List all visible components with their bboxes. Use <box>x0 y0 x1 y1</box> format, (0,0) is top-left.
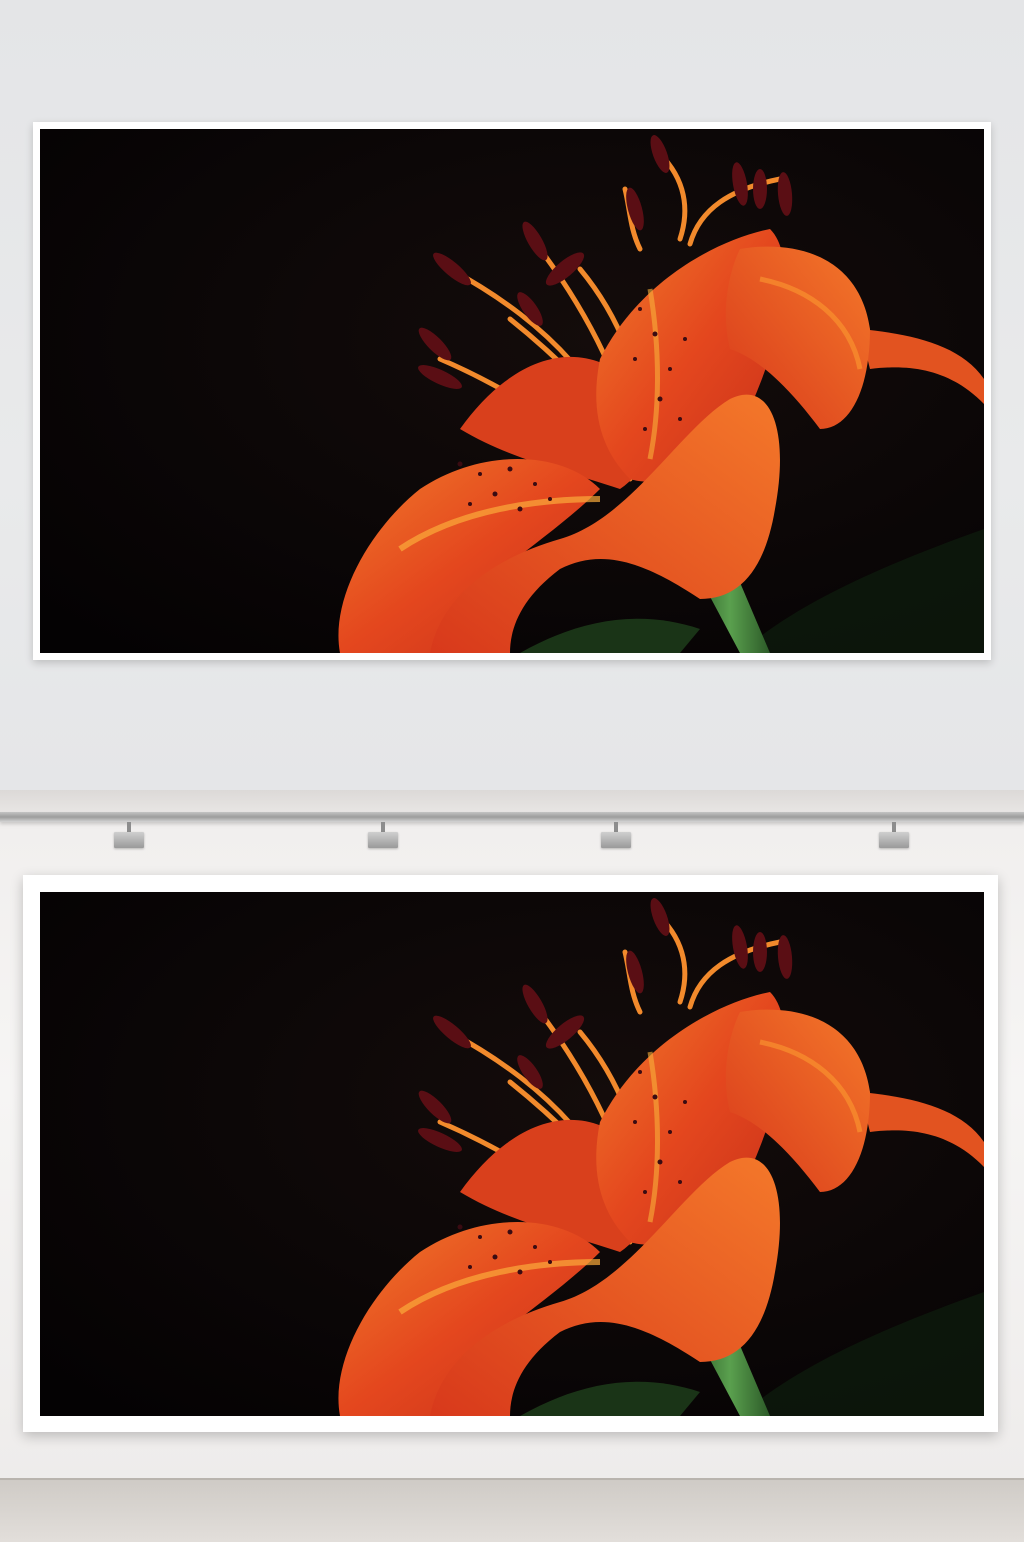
lily-photo-drawing <box>40 892 984 1416</box>
lily-photo <box>40 129 984 653</box>
spotlight-icon <box>601 822 631 848</box>
spotlight-icon <box>879 822 909 848</box>
spotlight-icon <box>368 822 398 848</box>
lily-photo <box>40 892 984 1416</box>
top-framed-photo <box>33 122 991 660</box>
ceiling-rail <box>0 812 1024 822</box>
mockup-page <box>0 0 1024 1542</box>
bottom-framed-photo <box>23 875 998 1432</box>
spotlight-icon <box>114 822 144 848</box>
lily-photo-drawing <box>40 129 984 653</box>
gallery-floor <box>0 1478 1024 1542</box>
